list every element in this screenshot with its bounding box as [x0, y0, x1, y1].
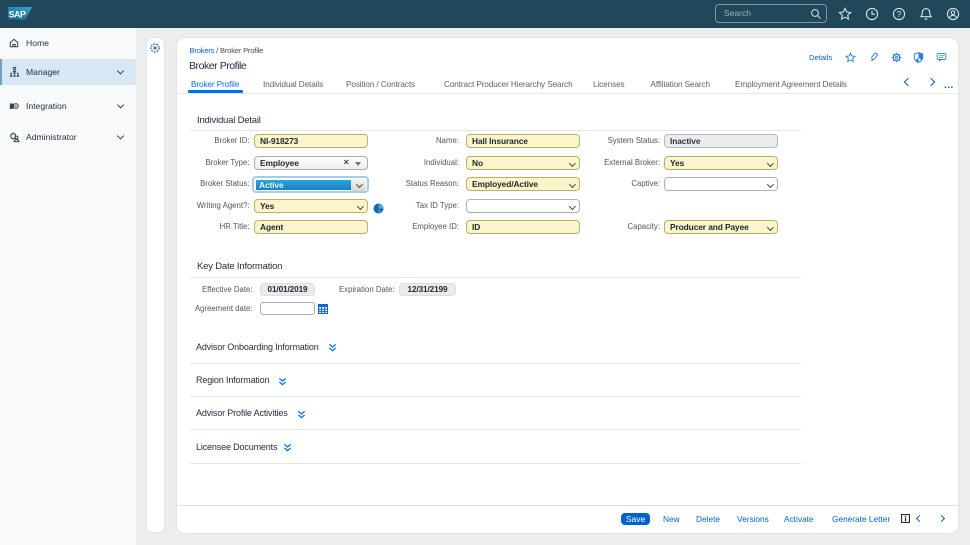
- svg-text:?: ?: [897, 9, 902, 19]
- svg-text:SAP: SAP: [8, 9, 26, 19]
